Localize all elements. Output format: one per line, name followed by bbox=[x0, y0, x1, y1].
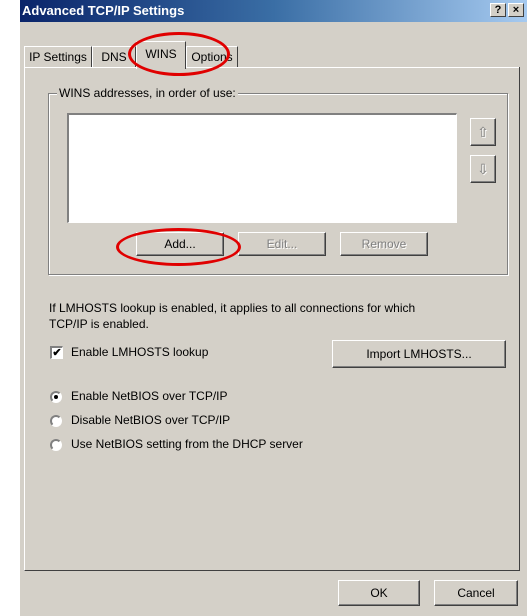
netbios-disable-label[interactable]: Disable NetBIOS over TCP/IP bbox=[71, 413, 230, 427]
lmhosts-info-line2: TCP/IP is enabled. bbox=[49, 317, 149, 331]
tab-wins[interactable]: WINS bbox=[136, 41, 186, 69]
help-button[interactable]: ? bbox=[490, 3, 506, 17]
ok-button[interactable]: OK bbox=[338, 580, 420, 606]
remove-button[interactable]: Remove bbox=[340, 232, 428, 256]
import-lmhosts-label: Import LMHOSTS... bbox=[366, 347, 472, 361]
ok-button-label: OK bbox=[370, 586, 388, 600]
netbios-disable-radio[interactable] bbox=[50, 415, 62, 427]
checkmark-icon: ✔ bbox=[52, 347, 62, 359]
remove-button-label: Remove bbox=[361, 237, 407, 251]
arrow-down-icon: ⇩ bbox=[477, 161, 489, 177]
tab-options[interactable]: Options bbox=[186, 46, 238, 68]
window-title: Advanced TCP/IP Settings bbox=[22, 3, 185, 18]
add-button-label: Add... bbox=[164, 237, 196, 251]
cancel-button-label: Cancel bbox=[457, 586, 495, 600]
advanced-tcpip-dialog: Advanced TCP/IP Settings ? × IP Settings… bbox=[20, 0, 527, 616]
enable-lmhosts-label[interactable]: Enable LMHOSTS lookup bbox=[71, 345, 208, 359]
cancel-button[interactable]: Cancel bbox=[434, 580, 518, 606]
netbios-dhcp-radio[interactable] bbox=[50, 439, 62, 451]
netbios-enable-radio[interactable] bbox=[50, 391, 62, 403]
move-up-button[interactable]: ⇧ bbox=[470, 118, 496, 146]
add-button[interactable]: Add... bbox=[136, 232, 224, 256]
arrow-up-icon: ⇧ bbox=[477, 124, 489, 140]
lmhosts-info-line1: If LMHOSTS lookup is enabled, it applies… bbox=[49, 301, 416, 315]
enable-lmhosts-checkbox[interactable]: ✔ bbox=[50, 346, 63, 359]
import-lmhosts-button[interactable]: Import LMHOSTS... bbox=[332, 340, 506, 368]
edit-button[interactable]: Edit... bbox=[238, 232, 326, 256]
tab-dns[interactable]: DNS bbox=[92, 46, 136, 68]
wins-addresses-label: WINS addresses, in order of use: bbox=[57, 86, 238, 100]
move-down-button[interactable]: ⇩ bbox=[470, 155, 496, 183]
title-bar[interactable]: Advanced TCP/IP Settings ? × bbox=[20, 0, 527, 22]
wins-address-list[interactable] bbox=[67, 113, 457, 223]
edit-button-label: Edit... bbox=[266, 237, 298, 251]
netbios-enable-label[interactable]: Enable NetBIOS over TCP/IP bbox=[71, 389, 228, 403]
close-button[interactable]: × bbox=[508, 3, 524, 17]
tab-ip-settings[interactable]: IP Settings bbox=[24, 46, 92, 68]
radio-selected-dot bbox=[54, 395, 58, 399]
netbios-dhcp-label[interactable]: Use NetBIOS setting from the DHCP server bbox=[71, 437, 303, 451]
